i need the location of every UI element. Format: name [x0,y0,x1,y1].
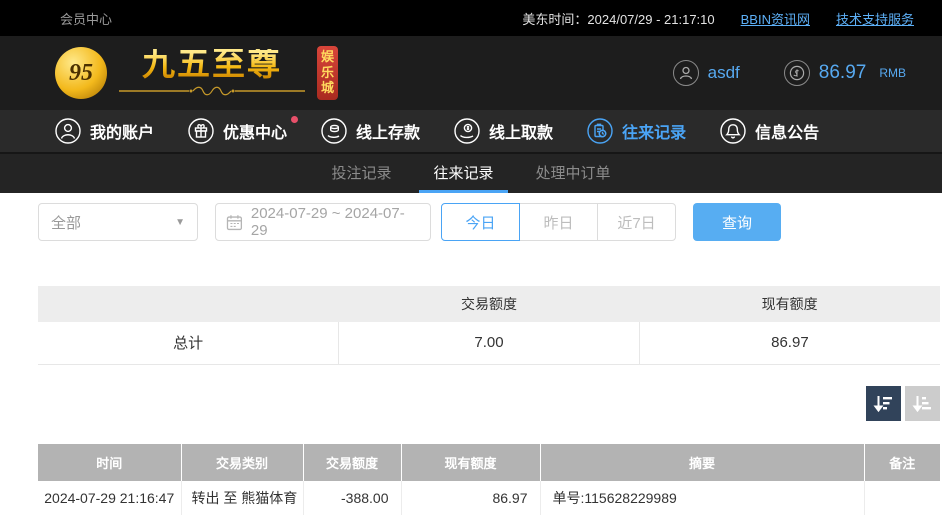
table-row: 2024-07-29 21:16:47 转出 至 熊猫体育 -388.00 86… [38,481,940,515]
search-button[interactable]: 查询 [693,203,781,241]
bbin-news-link[interactable]: BBIN资讯网 [741,9,810,28]
date-range-input[interactable]: 2024-07-29 ~ 2024-07-29 [215,203,431,241]
cell-summary: 单号:115628229989 [540,481,864,515]
balance-currency: RMB [879,66,906,80]
dollar-icon [784,60,810,86]
sub-nav: 投注记录 往来记录 处理中订单 [0,152,942,193]
summary-header-row: 交易额度 现有额度 [38,286,940,322]
nav-my-account[interactable]: 我的账户 [55,118,154,144]
cell-amount: -388.00 [303,481,401,515]
tab-transaction-records[interactable]: 往来记录 [419,154,507,193]
server-time: 美东时间：2024/07/29 - 21:17:10 [522,9,714,28]
balance-amount: 86.97 [819,62,867,84]
logo-subtitle: 娱 乐 城 [317,46,338,101]
range-button-group: 今日 昨日 近7日 [441,203,676,241]
cell-time: 2024-07-29 21:16:47 [38,481,181,515]
col-header-time: 时间 [38,444,181,481]
summary-current-amount: 86.97 [639,322,940,364]
summary-total-label: 总计 [38,322,339,364]
col-header-type: 交易类别 [181,444,303,481]
range-today-button[interactable]: 今日 [441,203,520,241]
topbar: 会员中心 美东时间：2024/07/29 - 21:17:10 BBIN资讯网 … [0,0,942,36]
deposit-icon [321,118,347,144]
cell-balance: 86.97 [401,481,540,515]
site-logo[interactable]: 95 九五至尊 娱 乐 城 [55,46,338,101]
promo-badge [291,116,298,123]
logo-monogram-icon: 95 [55,47,107,99]
summary-header-current: 现有额度 [639,286,940,322]
tech-support-link[interactable]: 技术支持服务 [836,9,914,28]
filter-bar: 全部 ▼ 2024-07-29 ~ 2024-07-29 今日 昨日 近7日 查… [38,203,942,241]
transactions-table: 时间 交易类别 交易额度 现有额度 摘要 备注 2024-07-29 21:16… [38,444,940,515]
col-header-balance: 现有额度 [401,444,540,481]
nav-promotions[interactable]: 优惠中心 [188,118,287,144]
type-select-value: 全部 [51,212,81,233]
type-select[interactable]: 全部 ▼ [38,203,198,241]
content: 全部 ▼ 2024-07-29 ~ 2024-07-29 今日 昨日 近7日 查… [0,193,942,515]
main-nav: 我的账户 优惠中心 线上存款 线上取款 往来记录 [0,110,942,152]
nav-deposit[interactable]: 线上存款 [321,118,420,144]
chevron-down-icon: ▼ [175,217,185,228]
nav-withdraw[interactable]: 线上取款 [454,118,553,144]
sort-descending-icon [873,393,894,414]
user-avatar-icon [673,60,699,86]
summary-trade-amount: 7.00 [339,322,640,364]
tab-bet-records[interactable]: 投注记录 [317,154,405,193]
summary-total-row: 总计 7.00 86.97 [38,322,940,364]
transactions-header-row: 时间 交易类别 交易额度 现有额度 摘要 备注 [38,444,940,481]
records-icon [587,118,613,144]
sort-ascending-button[interactable] [905,386,940,421]
cell-note [864,481,940,515]
member-center-label: 会员中心 [60,9,112,28]
user-icon [55,118,81,144]
account-balance[interactable]: 86.97 RMB [784,60,906,86]
gift-icon [188,118,214,144]
sort-ascending-icon [912,393,933,414]
range-yesterday-button[interactable]: 昨日 [519,203,598,241]
summary-header-trade: 交易额度 [339,286,640,322]
col-header-note: 备注 [864,444,940,481]
sort-descending-button[interactable] [866,386,901,421]
nav-transaction-records[interactable]: 往来记录 [587,118,686,144]
range-7days-button[interactable]: 近7日 [597,203,676,241]
withdraw-icon [454,118,480,144]
username: asdf [708,63,740,83]
sort-controls [38,386,940,421]
date-range-value: 2024-07-29 ~ 2024-07-29 [251,205,420,239]
bell-icon [720,118,746,144]
header: 95 九五至尊 娱 乐 城 asdf [0,36,942,110]
summary-table: 交易额度 现有额度 总计 7.00 86.97 [38,286,940,365]
cell-type: 转出 至 熊猫体育 [181,481,303,515]
col-header-amount: 交易额度 [303,444,401,481]
col-header-summary: 摘要 [540,444,864,481]
logo-flourish-icon [117,85,307,97]
account-user[interactable]: asdf [673,60,740,86]
tab-pending-orders[interactable]: 处理中订单 [522,154,625,193]
summary-header-empty [38,286,339,322]
nav-announcements[interactable]: 信息公告 [720,118,819,144]
calendar-icon [226,214,243,231]
logo-title: 九五至尊 [142,49,282,82]
